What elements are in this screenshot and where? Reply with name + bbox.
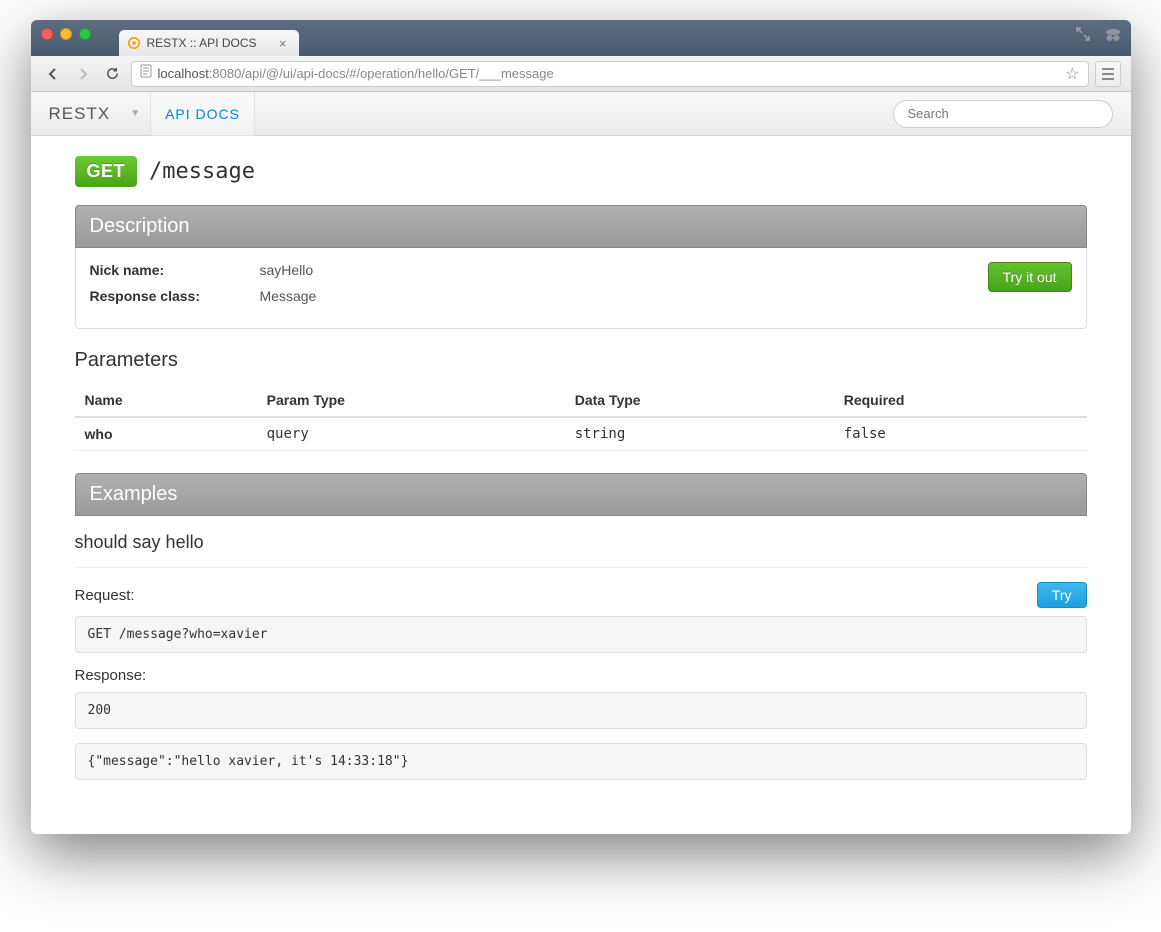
tab-title: RESTX :: API DOCS (147, 36, 257, 50)
bookmark-star-icon[interactable]: ☆ (1065, 64, 1079, 84)
tab-favicon-icon (127, 36, 141, 50)
url-field[interactable]: localhost:8080/api/@/ui/api-docs/#/opera… (131, 61, 1089, 87)
title-bar-right (1075, 26, 1121, 44)
response-status: 200 (75, 692, 1087, 729)
brand-dropdown-icon[interactable]: ▼ (120, 108, 150, 119)
nav-link-api-docs[interactable]: API DOCS (150, 92, 255, 136)
response-class-row: Response class: Message (90, 288, 1072, 304)
back-button[interactable] (41, 62, 65, 86)
col-param-type: Param Type (257, 384, 565, 417)
url-host: localhost (158, 66, 209, 81)
close-window-button[interactable] (41, 28, 53, 40)
response-body: {"message":"hello xavier, it's 14:33:18"… (75, 743, 1087, 780)
col-required: Required (834, 384, 1087, 417)
endpoint-path: /message (149, 159, 255, 184)
section-header-examples: Examples (75, 473, 1087, 516)
forward-button[interactable] (71, 62, 95, 86)
menu-button[interactable] (1095, 61, 1121, 87)
col-data-type: Data Type (565, 384, 834, 417)
nickname-value: sayHello (260, 262, 314, 278)
tab-close-icon[interactable]: × (279, 36, 287, 51)
endpoint-header: GET /message (75, 156, 1087, 187)
param-data-type: string (565, 417, 834, 451)
content: GET /message Description Try it out Nick… (31, 136, 1131, 834)
params-header-row: Name Param Type Data Type Required (75, 384, 1087, 417)
try-it-out-button[interactable]: Try it out (988, 262, 1072, 292)
url-toolbar: localhost:8080/api/@/ui/api-docs/#/opera… (31, 56, 1131, 92)
search-input[interactable] (893, 100, 1113, 128)
reload-button[interactable] (101, 62, 125, 86)
http-method-badge: GET (75, 156, 138, 187)
request-label: Request: (75, 587, 135, 604)
fullscreen-icon[interactable] (1075, 26, 1093, 44)
brand[interactable]: RESTX (49, 104, 121, 124)
example-title: should say hello (75, 532, 1087, 568)
zoom-window-button[interactable] (79, 28, 91, 40)
section-header-description: Description (75, 205, 1087, 248)
profile-icon[interactable] (1103, 26, 1121, 44)
url-path: :8080/api/@/ui/api-docs/#/operation/hell… (209, 66, 554, 81)
nickname-label: Nick name: (90, 262, 260, 278)
table-row: who query string false (75, 417, 1087, 451)
request-row: Request: Try (75, 582, 1087, 608)
response-class-value: Message (260, 288, 317, 304)
browser-window: RESTX :: API DOCS × (31, 20, 1131, 834)
param-required: false (834, 417, 1087, 451)
param-type: query (257, 417, 565, 451)
page-icon (140, 64, 152, 83)
param-name: who (75, 417, 257, 451)
request-body: GET /message?who=xavier (75, 616, 1087, 653)
minimize-window-button[interactable] (60, 28, 72, 40)
response-class-label: Response class: (90, 288, 260, 304)
url-text: localhost:8080/api/@/ui/api-docs/#/opera… (158, 66, 554, 81)
try-button[interactable]: Try (1037, 582, 1087, 608)
col-name: Name (75, 384, 257, 417)
tab-strip: RESTX :: API DOCS × (119, 20, 1121, 56)
title-bar: RESTX :: API DOCS × (31, 20, 1131, 56)
parameters-table: Name Param Type Data Type Required who q… (75, 384, 1087, 451)
app-navbar: RESTX ▼ API DOCS (31, 92, 1131, 136)
search-wrap (893, 100, 1113, 128)
response-label: Response: (75, 667, 1087, 684)
description-panel: Try it out Nick name: sayHello Response … (75, 248, 1087, 329)
nickname-row: Nick name: sayHello (90, 262, 1072, 278)
parameters-heading: Parameters (75, 349, 1087, 372)
traffic-lights (41, 28, 91, 40)
browser-tab[interactable]: RESTX :: API DOCS × (119, 30, 299, 56)
